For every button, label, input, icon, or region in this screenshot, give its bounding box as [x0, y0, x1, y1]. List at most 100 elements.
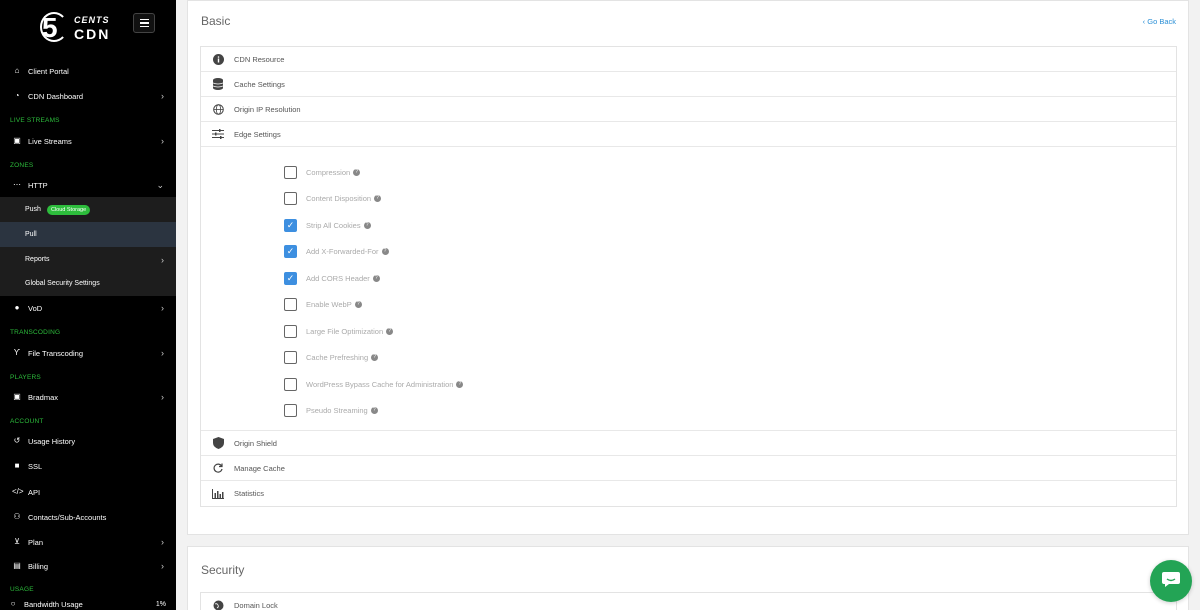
sidebar-item-http[interactable]: ⋯ HTTP ⌄ [0, 173, 176, 197]
checkbox-add-cors-header[interactable]: ✓ [284, 271, 297, 285]
database-icon [211, 78, 225, 90]
sidebar-item-label: Plan [28, 537, 44, 547]
chat-button[interactable] [1150, 560, 1192, 602]
chevron-right-icon: › [161, 561, 164, 571]
transcode-icon: Ƴ [13, 348, 21, 357]
checkbox-large-file-optimization[interactable] [284, 324, 297, 338]
option-pseudo-streaming[interactable]: Pseudo Streaming? [284, 403, 378, 417]
dash-icon: ⋯ [13, 180, 21, 189]
help-icon[interactable]: ? [374, 194, 382, 202]
section-label: Domain Lock [234, 601, 278, 610]
sidebar-item-label: Bandwidth Usage [24, 599, 83, 609]
help-icon[interactable]: ? [370, 406, 378, 414]
sidebar-item-label: VoD [28, 303, 43, 313]
sidebar-item-label: File Transcoding [28, 348, 84, 358]
option-compression[interactable]: Compression? [284, 165, 361, 179]
sidebar-item-label: Reports [25, 256, 50, 263]
security-title: Security [201, 563, 245, 577]
help-icon[interactable]: ? [372, 274, 380, 282]
sidebar-item-label: HTTP [28, 180, 48, 190]
section-label: Origin Shield [234, 438, 277, 448]
circle-icon: ○ [10, 599, 16, 608]
edge-settings-panel: Compression? Content Disposition? ✓ Stri… [201, 147, 1176, 431]
checkbox-compression[interactable] [284, 165, 297, 179]
sidebar-item-label: SSL [28, 461, 43, 471]
section-zones: ZONES [10, 162, 34, 169]
chevron-right-icon: › [161, 537, 164, 547]
help-icon[interactable]: ? [354, 300, 362, 308]
checkbox-wordpress-bypass-cache[interactable] [284, 377, 297, 391]
sidebar-item-reports[interactable]: Reports › [0, 247, 176, 272]
option-label: Strip All Cookies [306, 220, 361, 230]
checkbox-content-disposition[interactable] [284, 191, 297, 205]
help-icon[interactable]: ? [363, 221, 371, 229]
option-label: Add CORS Header [306, 273, 370, 283]
section-manage-cache[interactable]: Manage Cache [201, 456, 1176, 481]
checkbox-add-x-forwarded-for[interactable]: ✓ [284, 244, 297, 258]
option-enable-webp[interactable]: Enable WebP? [284, 297, 362, 311]
checkbox-cache-prefreshing[interactable] [284, 350, 297, 364]
checkbox-pseudo-streaming[interactable] [284, 403, 297, 417]
globe-icon [211, 103, 225, 115]
option-wordpress-bypass-cache[interactable]: WordPress Bypass Cache for Administratio… [284, 377, 464, 391]
users-icon: ⚇ [13, 512, 21, 521]
sidebar-item-global-security[interactable]: Global Security Settings [0, 271, 176, 296]
chevron-right-icon: › [161, 136, 164, 146]
sidebar-item-contacts[interactable]: ⚇ Contacts/Sub-Accounts [0, 505, 176, 529]
security-accordion: Domain Lock [200, 592, 1177, 610]
logo-cents: CENTS [74, 15, 110, 25]
refresh-icon [211, 463, 225, 473]
camera-icon: ▣ [13, 136, 21, 145]
sidebar-item-plan[interactable]: ⊻ Plan › [0, 530, 176, 554]
option-label: Enable WebP [306, 299, 352, 309]
sidebar-item-live-streams[interactable]: ▣ Live Streams › [0, 129, 176, 153]
help-icon[interactable]: ? [456, 380, 464, 388]
section-account: ACCOUNT [10, 418, 44, 425]
section-origin-shield[interactable]: Origin Shield [201, 431, 1176, 456]
option-large-file-optimization[interactable]: Large File Optimization? [284, 324, 394, 338]
help-icon[interactable]: ? [353, 168, 361, 176]
section-statistics[interactable]: Statistics [201, 481, 1176, 506]
chevron-right-icon: › [161, 303, 164, 313]
section-domain-lock[interactable]: Domain Lock [201, 593, 1176, 610]
go-back-link[interactable]: ‹ Go Back [1143, 17, 1176, 26]
option-label: Cache Prefreshing [306, 352, 369, 362]
lock-icon: ■ [14, 461, 20, 470]
sidebar-item-api[interactable]: </> API [0, 480, 176, 504]
sidebar-item-usage-history[interactable]: ↺ Usage History [0, 429, 176, 453]
checkbox-strip-all-cookies[interactable]: ✓ [284, 218, 297, 232]
sidebar-item-ssl[interactable]: ■ SSL [0, 454, 176, 478]
sidebar-item-push[interactable]: Push Cloud Storage [0, 197, 176, 222]
option-cache-prefreshing[interactable]: Cache Prefreshing? [284, 350, 379, 364]
section-origin-ip[interactable]: Origin IP Resolution [201, 97, 1176, 122]
option-add-x-forwarded-for[interactable]: ✓ Add X-Forwarded-For? [284, 244, 389, 258]
cloud-storage-badge: Cloud Storage [46, 204, 91, 215]
section-cdn-resource[interactable]: CDN Resource [201, 47, 1176, 72]
option-add-cors-header[interactable]: ✓ Add CORS Header? [284, 271, 380, 285]
sidebar-item-label: API [28, 487, 41, 497]
hamburger-menu-button[interactable] [133, 13, 155, 33]
sidebar-item-file-transcoding[interactable]: Ƴ File Transcoding › [0, 341, 176, 365]
sidebar-item-billing[interactable]: ▤ Billing › [0, 554, 176, 578]
player-icon: ▣ [13, 392, 21, 401]
sidebar-item-vod[interactable]: ● VoD › [0, 296, 176, 320]
sliders-icon [211, 129, 225, 139]
help-icon[interactable]: ? [371, 353, 379, 361]
gauge-icon: ◔ [14, 91, 20, 100]
sidebar-item-bradmax[interactable]: ▣ Bradmax › [0, 385, 176, 409]
help-icon[interactable]: ? [386, 327, 394, 335]
sidebar-item-cdn-dashboard[interactable]: ◔ CDN Dashboard › [0, 84, 176, 108]
sidebar-item-pull[interactable]: Pull [0, 222, 176, 247]
logo[interactable]: 5 CENTS CDN [40, 12, 112, 46]
sidebar-item-client-portal[interactable]: ⌂ Client Portal [0, 59, 176, 83]
section-edge-settings[interactable]: Edge Settings [201, 122, 1176, 147]
sidebar-item-label: CDN Dashboard [28, 91, 84, 101]
help-icon[interactable]: ? [381, 247, 389, 255]
checkbox-enable-webp[interactable] [284, 297, 297, 311]
option-strip-all-cookies[interactable]: ✓ Strip All Cookies? [284, 218, 371, 232]
option-content-disposition[interactable]: Content Disposition? [284, 191, 382, 205]
option-label: Content Disposition [306, 193, 372, 203]
sidebar-item-bandwidth-usage[interactable]: ○ Bandwidth Usage 1% [0, 592, 176, 610]
sidebar-item-label: Push [25, 206, 41, 213]
section-cache-settings[interactable]: Cache Settings [201, 72, 1176, 97]
